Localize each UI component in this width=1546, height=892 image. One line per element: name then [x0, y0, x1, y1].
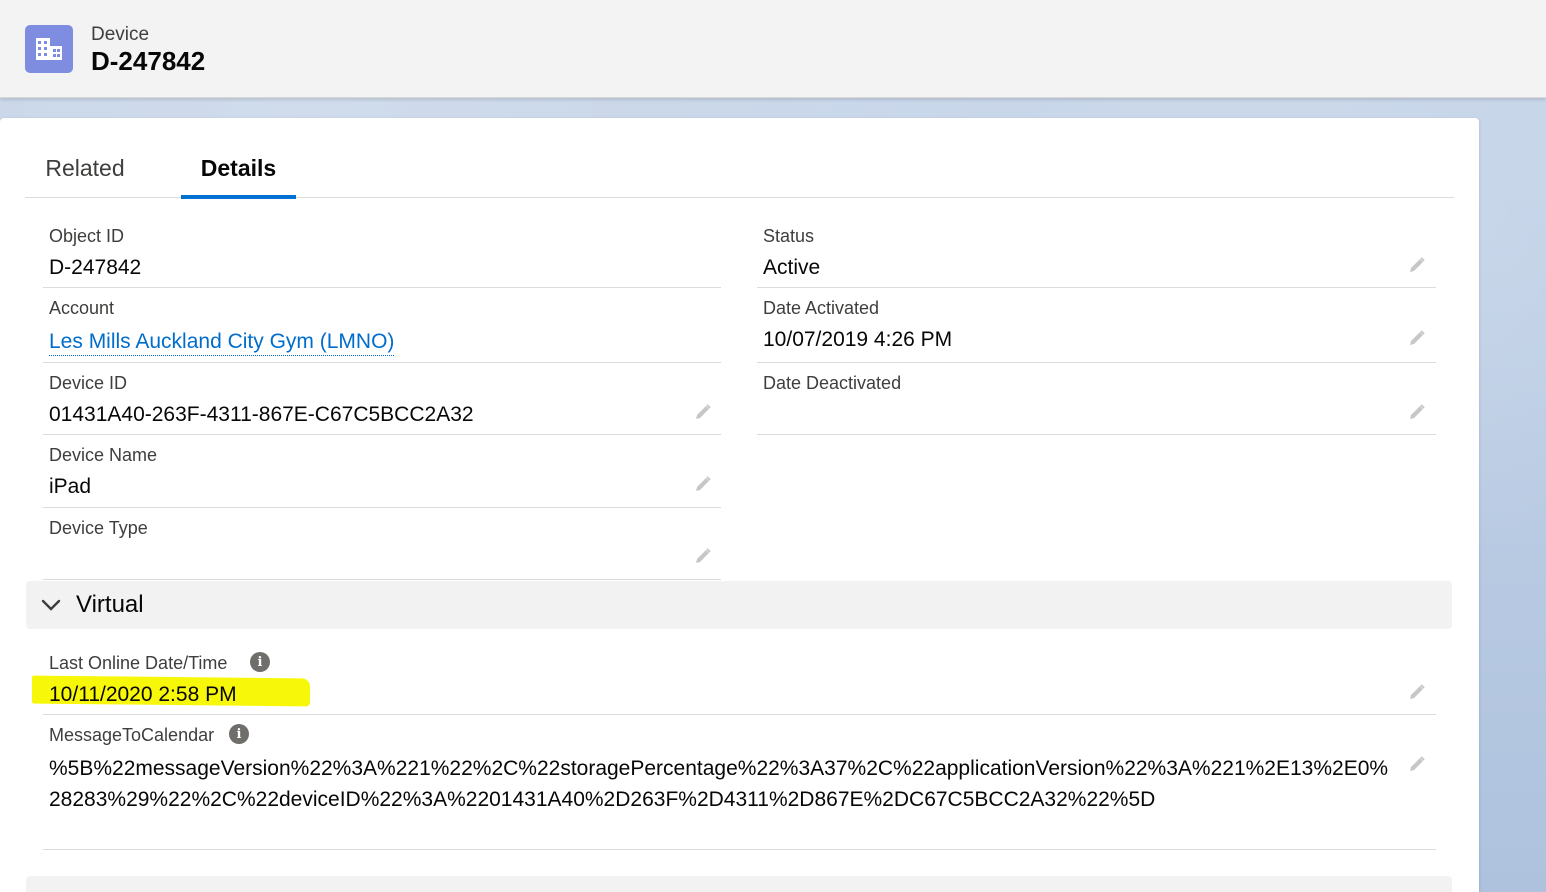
field-label: Device Name [49, 445, 158, 465]
field-device-name: Device Name iPad [43, 437, 721, 508]
field-object-id: Object ID D-247842 [43, 218, 721, 288]
field-device-type: Device Type [43, 510, 721, 580]
info-icon[interactable]: i [250, 652, 270, 672]
field-account: Account Les Mills Auckland City Gym (LMN… [43, 290, 721, 363]
field-value: iPad [49, 475, 92, 498]
pencil-icon[interactable] [1407, 402, 1427, 422]
section-title: Virtual [76, 591, 144, 618]
pencil-icon[interactable] [693, 402, 713, 422]
field-label: Device Type [49, 518, 148, 538]
object-type-label: Device [91, 24, 150, 45]
field-label: Device ID [49, 373, 128, 393]
field-label: Date Activated [763, 298, 880, 318]
chevron-down-icon [41, 599, 61, 611]
field-last-online: Last Online Date/Time i 10/11/2020 2:58 … [43, 645, 1436, 715]
field-date-deactivated: Date Deactivated [757, 365, 1436, 435]
field-date-activated: Date Activated 10/07/2019 4:26 PM [757, 290, 1436, 363]
field-value: 10/07/2019 4:26 PM [763, 328, 953, 351]
section-next-toggle[interactable] [26, 876, 1452, 892]
field-label: MessageToCalendar [49, 725, 215, 745]
field-value: 01431A40-263F-4311-867E-C67C5BCC2A32 [49, 403, 474, 426]
pencil-icon[interactable] [693, 474, 713, 494]
pencil-icon[interactable] [693, 546, 713, 566]
tab-related[interactable]: Related [25, 138, 145, 198]
record-title: D-247842 [91, 46, 206, 76]
field-value: Active [763, 256, 821, 279]
pencil-icon[interactable] [1407, 754, 1427, 774]
field-message-to-calendar: MessageToCalendar i %5B%22messageVersion… [43, 717, 1436, 850]
field-status: Status Active [757, 218, 1436, 288]
pencil-icon[interactable] [1407, 255, 1427, 275]
field-value: 10/11/2020 2:58 PM [49, 683, 237, 706]
tab-details[interactable]: Details [181, 138, 296, 199]
section-virtual-toggle[interactable]: Virtual [26, 581, 1452, 629]
field-value: %5B%22messageVersion%22%3A%221%22%2C%22s… [49, 757, 1389, 811]
field-label: Last Online Date/Time [49, 653, 228, 673]
building-icon [25, 25, 73, 73]
field-label: Status [763, 226, 815, 246]
field-device-id: Device ID 01431A40-263F-4311-867E-C67C5B… [43, 365, 721, 435]
account-link[interactable]: Les Mills Auckland City Gym (LMNO) [49, 330, 395, 356]
field-label: Object ID [49, 226, 125, 246]
pencil-icon[interactable] [1407, 328, 1427, 348]
field-label: Date Deactivated [763, 373, 902, 393]
tab-bar: Related Details [25, 138, 1454, 199]
field-label: Account [49, 298, 115, 318]
info-icon[interactable]: i [229, 724, 249, 744]
record-header: Device D-247842 [0, 0, 1546, 98]
field-value: D-247842 [49, 256, 142, 279]
pencil-icon[interactable] [1407, 682, 1427, 702]
